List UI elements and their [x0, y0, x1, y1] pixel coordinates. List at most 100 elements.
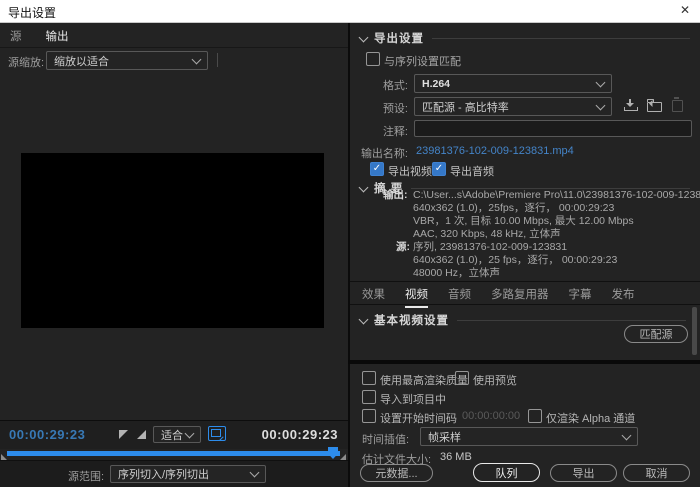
divider	[457, 320, 686, 321]
duration-timecode: 00:00:29:23	[262, 427, 338, 442]
summary-line: 640x362 (1.0)，25fps，逐行， 00:00:29:23	[413, 202, 700, 215]
export-button[interactable]: 导出	[550, 464, 617, 482]
format-label: 格式:	[350, 77, 408, 93]
output-name-label: 输出名称:	[350, 145, 408, 161]
output-name-link[interactable]: 23981376-102-009-123831.mp4	[416, 145, 574, 157]
delete-preset-icon[interactable]	[672, 98, 688, 112]
max-render-quality-checkbox[interactable]	[362, 371, 376, 385]
time-interpolation-value: 帧采样	[428, 429, 461, 445]
zoom-level-dropdown[interactable]: 适合	[153, 426, 201, 443]
format-value: H.264	[422, 78, 450, 90]
divider	[348, 360, 700, 364]
cancel-button-label: 取消	[646, 465, 668, 481]
playhead[interactable]	[328, 447, 338, 459]
time-interpolation-dropdown[interactable]: 帧采样	[420, 427, 638, 446]
metadata-button-label: 元数据...	[375, 465, 417, 481]
render-alpha-only-checkbox[interactable]	[528, 409, 542, 423]
divider	[0, 47, 348, 48]
dialog-body: 源 输出 源缩放: 缩放以适合 00:00:29:23 适合	[0, 23, 700, 487]
set-start-timecode-label: 设置开始时间码	[380, 410, 457, 426]
export-audio-label: 导出音频	[450, 163, 494, 179]
summary-source-lines: 序列, 23981376-102-009-123831 640x362 (1.0…	[413, 241, 617, 280]
summary-line: AAC, 320 Kbps, 48 kHz, 立体声	[413, 228, 700, 241]
divider	[432, 38, 690, 39]
tab-output[interactable]: 输出	[46, 28, 69, 48]
chevron-down-icon	[622, 430, 632, 440]
use-previews-checkbox[interactable]	[455, 371, 469, 385]
current-timecode[interactable]: 00:00:29:23	[9, 427, 85, 442]
chevron-down-icon	[596, 77, 606, 87]
start-timecode-value[interactable]: 00:00:00:00	[462, 410, 520, 422]
divider	[217, 53, 218, 67]
set-start-timecode-checkbox[interactable]	[362, 409, 376, 423]
summary-line: C:\User...s\Adobe\Premiere Pro\11.0\2398…	[413, 189, 700, 202]
timeline-scrubber[interactable]	[7, 451, 340, 456]
player-controls: 00:00:29:23 适合 00:00:29:23	[0, 420, 348, 449]
divider	[350, 281, 700, 282]
zoom-level-value: 适合	[161, 427, 183, 443]
import-preset-icon[interactable]	[647, 98, 663, 112]
comment-label: 注释:	[350, 123, 408, 139]
match-source-label: 匹配源	[640, 326, 673, 342]
divider	[350, 304, 700, 305]
comment-input[interactable]	[414, 120, 692, 137]
chevron-down-icon	[596, 100, 606, 110]
import-into-project-label: 导入到项目中	[380, 391, 446, 407]
preview-tabs: 源 输出	[10, 28, 69, 48]
scrollbar-thumb[interactable]	[692, 307, 697, 355]
summary-line: 48000 Hz，立体声	[413, 267, 617, 280]
summary-output-lines: C:\User...s\Adobe\Premiere Pro\11.0\2398…	[413, 189, 700, 241]
export-video-label: 导出视频	[388, 163, 432, 179]
source-scaling-dropdown[interactable]: 缩放以适合	[46, 51, 208, 70]
summary-line: VBR，1 次, 目标 10.00 Mbps, 最大 12.00 Mbps	[413, 215, 700, 228]
match-sequence-label: 与序列设置匹配	[384, 53, 461, 69]
video-preview	[21, 153, 324, 328]
source-scaling-label: 源缩放:	[8, 54, 44, 70]
set-in-point-icon[interactable]	[119, 430, 128, 439]
collapse-chevron-icon[interactable]	[359, 32, 369, 42]
chevron-down-icon	[250, 468, 260, 478]
export-section-header: 导出设置	[360, 31, 690, 45]
cancel-button[interactable]: 取消	[623, 464, 690, 482]
window-titlebar: 导出设置 ✕	[0, 0, 700, 23]
export-video-checkbox[interactable]	[370, 162, 384, 176]
crop-source-icon[interactable]	[208, 426, 226, 441]
collapse-chevron-icon[interactable]	[359, 182, 369, 192]
export-button-label: 导出	[573, 465, 595, 481]
summary-line: 640x362 (1.0)，25 fps，逐行， 00:00:29:23	[413, 254, 617, 267]
source-range-dropdown[interactable]: 序列切入/序列切出	[110, 465, 266, 483]
use-previews-label: 使用预览	[473, 372, 517, 388]
export-section-title: 导出设置	[374, 30, 424, 46]
queue-button[interactable]: 队列	[473, 463, 540, 482]
format-dropdown[interactable]: H.264	[414, 74, 612, 93]
file-size-value: 36 MB	[440, 451, 472, 463]
summary-line: 序列, 23981376-102-009-123831	[413, 241, 617, 254]
source-range-value: 序列切入/序列切出	[118, 466, 209, 482]
export-settings-panel: 导出设置 与序列设置匹配 格式: H.264 预设: 匹配源 - 高比特率	[348, 23, 700, 487]
source-range-label: 源范围:	[68, 468, 104, 484]
window-title: 导出设置	[8, 4, 56, 21]
queue-button-label: 队列	[496, 465, 518, 481]
preset-dropdown[interactable]: 匹配源 - 高比特率	[414, 97, 612, 116]
set-out-point-icon[interactable]	[137, 430, 146, 439]
match-source-button[interactable]: 匹配源	[624, 325, 688, 343]
tab-source[interactable]: 源	[10, 28, 22, 48]
source-range-bar: 源范围: 序列切入/序列切出	[0, 460, 348, 487]
basic-video-section-title: 基本视频设置	[374, 312, 449, 328]
source-scaling-value: 缩放以适合	[54, 53, 109, 69]
collapse-chevron-icon[interactable]	[359, 314, 369, 324]
chevron-down-icon	[192, 54, 202, 64]
preset-label: 预设:	[350, 100, 408, 116]
summary-output-label: 输出:	[383, 189, 408, 202]
match-sequence-checkbox[interactable]	[366, 52, 380, 66]
import-into-project-checkbox[interactable]	[362, 390, 376, 404]
export-audio-checkbox[interactable]	[432, 162, 446, 176]
time-interpolation-label: 时间插值:	[362, 431, 409, 447]
metadata-button[interactable]: 元数据...	[360, 464, 433, 482]
close-icon[interactable]: ✕	[680, 3, 690, 17]
preview-panel: 源 输出 源缩放: 缩放以适合 00:00:29:23 适合	[0, 23, 348, 487]
export-settings-dialog: 导出设置 ✕ 源 输出 源缩放: 缩放以适合 00:00:29:23	[0, 0, 700, 487]
preset-value: 匹配源 - 高比特率	[422, 99, 509, 115]
summary-source-label: 源:	[396, 241, 410, 254]
save-preset-icon[interactable]	[622, 98, 638, 112]
